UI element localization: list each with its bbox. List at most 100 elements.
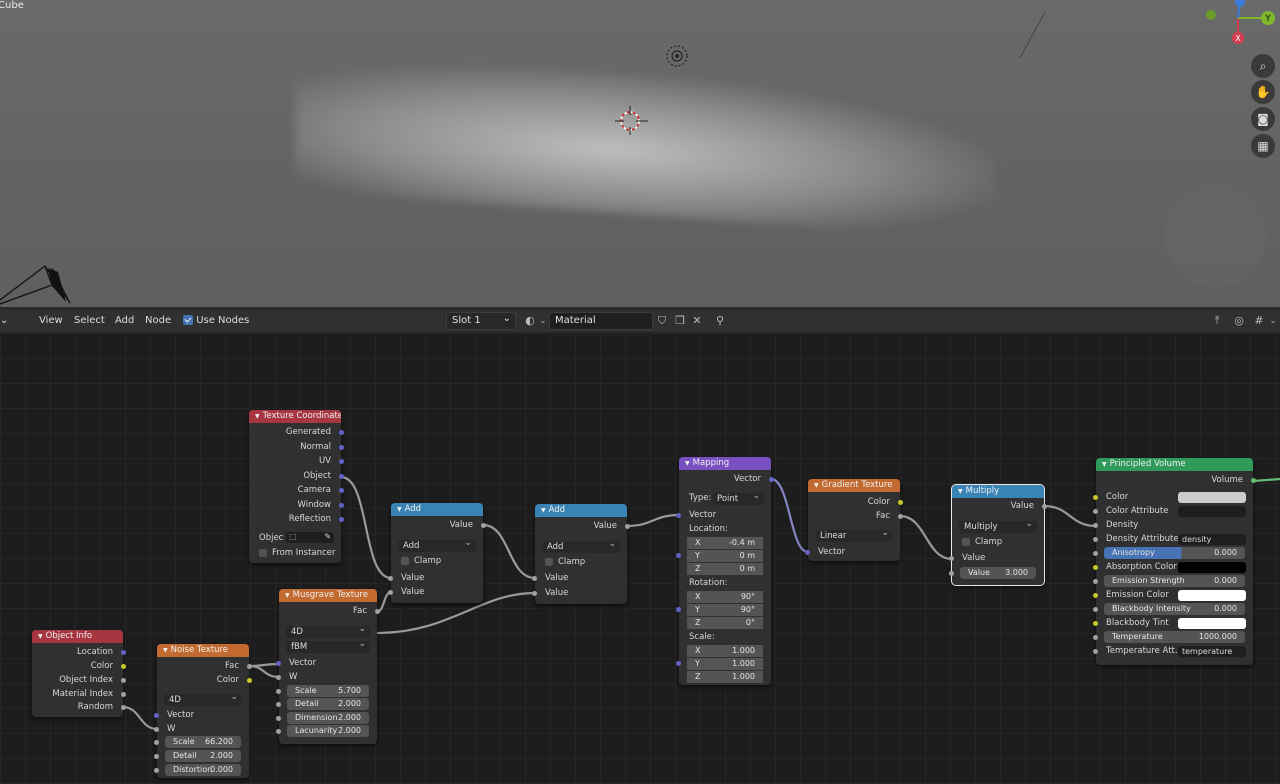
input-socket[interactable] (805, 550, 810, 555)
blackbody-intensity-field[interactable]: Blackbody Intensity 0.000 (1104, 603, 1245, 615)
input-socket[interactable] (1093, 495, 1098, 500)
checkbox[interactable] (962, 537, 970, 546)
node-principled-volume[interactable]: ▼ Principled Volume Volume Color Color At… (1093, 458, 1256, 665)
use-nodes-toggle[interactable]: Use Nodes (183, 315, 249, 326)
node-header[interactable]: ▼ Principled Volume (1096, 458, 1253, 471)
camera-object[interactable] (0, 265, 71, 305)
temperature-attribute-field[interactable]: temperature (1178, 646, 1246, 657)
node-header[interactable]: ▼ Add (535, 504, 627, 517)
unlink-material-icon[interactable]: ✕ (689, 314, 705, 328)
menu-add[interactable]: Add (115, 315, 134, 326)
input-socket[interactable] (276, 689, 281, 694)
node-header[interactable]: ▼ Musgrave Texture (279, 589, 377, 602)
pan-hand-icon[interactable]: ✋ (1251, 80, 1275, 104)
output-socket[interactable] (121, 664, 126, 669)
node-gradient-texture[interactable]: ▼Gradient Texture Color Fac Linear Vecto… (805, 479, 903, 561)
input-socket[interactable] (1093, 509, 1098, 514)
input-socket[interactable] (276, 702, 281, 707)
input-socket[interactable] (154, 754, 159, 759)
node-math-multiply[interactable]: ▼Multiply Value Multiply Clamp Value Val… (949, 484, 1047, 586)
node-editor-canvas[interactable]: ▼ Texture Coordinate Generated Normal UV … (0, 333, 1280, 784)
scale-x-field[interactable]: X 1.000 (687, 645, 763, 657)
input-socket[interactable] (1093, 635, 1098, 640)
operation-dropdown[interactable]: Add (398, 537, 476, 552)
input-socket[interactable] (276, 675, 281, 680)
rotation-x-field[interactable]: X 90° (687, 591, 763, 603)
node-object-info[interactable]: ▼ Object Info Location Color Object Index… (32, 630, 126, 717)
slot-dropdown[interactable]: Slot 1 ⌄ (446, 312, 516, 330)
eyedropper-icon[interactable]: ✎ (324, 530, 331, 543)
menu-select[interactable]: Select (74, 315, 105, 326)
input-socket[interactable] (676, 661, 681, 666)
scale-field[interactable]: Scale 66.200 (165, 736, 241, 748)
node-header[interactable]: ▼ Add (391, 503, 483, 516)
input-socket[interactable] (532, 591, 537, 596)
output-socket[interactable] (375, 609, 380, 614)
input-socket[interactable] (276, 661, 281, 666)
lacunarity-field[interactable]: Lacunarity 2.000 (287, 725, 369, 737)
checkbox[interactable] (401, 556, 409, 565)
location-z-field[interactable]: Z0 m (687, 563, 763, 575)
clamp-checkbox[interactable]: Clamp (391, 555, 483, 568)
detail-field[interactable]: Detail 2.000 (165, 750, 241, 762)
location-y-field[interactable]: Y0 m (687, 550, 763, 562)
output-socket[interactable] (339, 474, 344, 479)
node-header[interactable]: ▼ Noise Texture (157, 644, 249, 657)
input-socket[interactable] (154, 727, 159, 732)
output-socket[interactable] (1042, 504, 1047, 509)
output-socket[interactable] (121, 650, 126, 655)
dimensions-dropdown[interactable]: 4D (164, 691, 242, 706)
input-socket[interactable] (1093, 607, 1098, 612)
parent-node-tree-icon[interactable]: ⤒ (1209, 314, 1225, 328)
output-socket[interactable] (339, 445, 344, 450)
node-header[interactable]: ▼ Object Info (32, 630, 123, 643)
input-socket[interactable] (1093, 565, 1098, 570)
node-texture-coordinate[interactable]: ▼ Texture Coordinate Generated Normal UV … (249, 410, 344, 563)
input-socket[interactable] (1093, 523, 1098, 528)
node-math-add-1[interactable]: ▼Add Value Add Clamp Value Value (388, 503, 486, 603)
output-socket[interactable] (625, 524, 630, 529)
detail-field[interactable]: Detail 2.000 (287, 698, 369, 710)
output-socket[interactable] (339, 459, 344, 464)
color-attribute-field[interactable] (1178, 506, 1246, 517)
input-socket[interactable] (1093, 579, 1098, 584)
emission-color-swatch[interactable] (1178, 590, 1246, 601)
input-socket[interactable] (1093, 621, 1098, 626)
input-socket[interactable] (1093, 537, 1098, 542)
fake-user-shield-icon[interactable]: ⛉ (654, 314, 670, 328)
input-socket[interactable] (276, 716, 281, 721)
menu-node[interactable]: Node (145, 315, 171, 326)
emission-strength-field[interactable]: Emission Strength 0.000 (1104, 575, 1245, 587)
scale-field[interactable]: Scale 5.700 (287, 685, 369, 697)
scale-z-field[interactable]: Z 1.000 (687, 671, 763, 683)
input-socket[interactable] (676, 607, 681, 612)
node-mapping[interactable]: ▼Mapping Vector Type:Point Vector Locati… (676, 457, 774, 685)
location-x-field[interactable]: X -0.4 m (687, 537, 763, 549)
perspective-grid-icon[interactable]: ▦ (1251, 134, 1275, 158)
input-socket[interactable] (532, 576, 537, 581)
input-socket[interactable] (949, 556, 954, 561)
overlay-icon[interactable]: ◎ (1231, 314, 1247, 328)
node-noise-texture[interactable]: ▼Noise Texture Fac Color 4D Vector W Sca… (154, 644, 252, 778)
output-socket[interactable] (339, 503, 344, 508)
output-socket[interactable] (1251, 478, 1256, 483)
operation-dropdown[interactable]: Multiply (959, 518, 1037, 533)
input-socket[interactable] (276, 729, 281, 734)
operation-dropdown[interactable]: Add (542, 538, 620, 553)
musgrave-type-dropdown[interactable]: fBM (286, 638, 370, 653)
value-field[interactable]: Value 3.000 (960, 567, 1036, 579)
output-socket[interactable] (247, 678, 252, 683)
gradient-type-dropdown[interactable]: Linear (815, 527, 893, 542)
chevron-down-icon[interactable]: ⌄ (1265, 314, 1280, 328)
checkbox[interactable] (545, 557, 553, 566)
dimensions-dropdown[interactable]: 4D (286, 623, 370, 638)
input-socket[interactable] (1093, 551, 1098, 556)
zoom-icon[interactable]: ⌕ (1251, 54, 1275, 78)
output-socket[interactable] (481, 523, 486, 528)
object-picker[interactable]: ⬚ ✎ (286, 530, 335, 543)
output-socket[interactable] (898, 500, 903, 505)
output-socket[interactable] (121, 705, 126, 710)
from-instancer-checkbox[interactable]: From Instancer (249, 547, 341, 560)
node-musgrave-texture[interactable]: ▼Musgrave Texture Fac 4D fBM Vector W Sc… (276, 589, 380, 744)
color-swatch[interactable] (1178, 492, 1246, 503)
